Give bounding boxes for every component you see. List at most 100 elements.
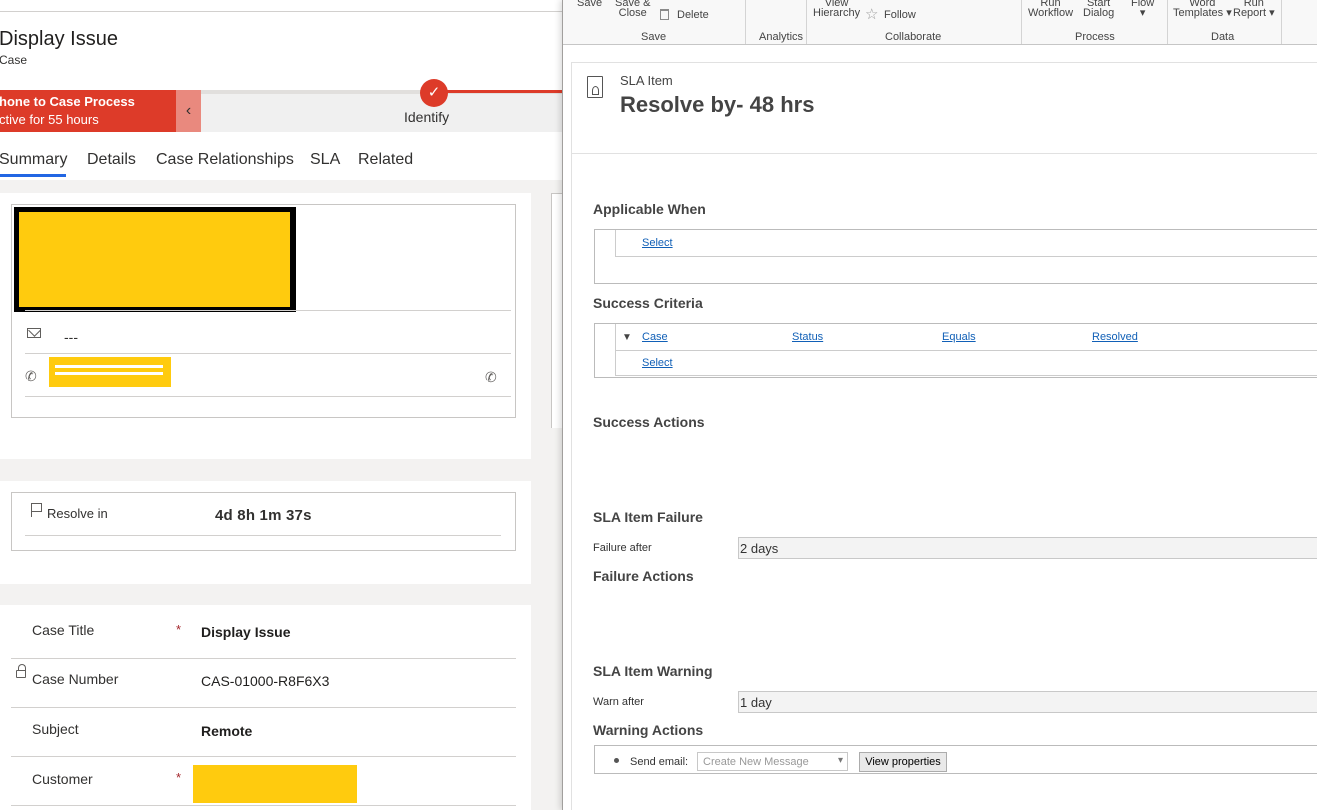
- process-flyout[interactable]: hone to Case Process ctive for 55 hours: [0, 90, 176, 132]
- email-template-select-value: Create New Message: [703, 756, 809, 768]
- run-report-label: Report ▾: [1233, 7, 1275, 19]
- command-bar-edge: [0, 0, 562, 12]
- lock-icon: [16, 664, 26, 678]
- run-workflow-button[interactable]: Run Workflow: [1028, 0, 1074, 19]
- flag-icon: [31, 503, 43, 517]
- condition-operator-link[interactable]: Equals: [942, 331, 976, 343]
- ribbon-divider: [1167, 0, 1168, 44]
- flow-button[interactable]: Flow ▾: [1131, 0, 1154, 19]
- case-title-field[interactable]: Display Issue: [201, 624, 291, 640]
- phone-icon: ✆: [25, 368, 37, 384]
- redacted-customer-image: [14, 207, 296, 312]
- save-close-button[interactable]: Save & Close: [615, 0, 650, 19]
- chevron-down-icon: ▾: [1139, 7, 1146, 19]
- customer-label: Customer: [32, 771, 93, 787]
- success-criteria-select-link[interactable]: Select: [642, 357, 673, 369]
- view-properties-button[interactable]: View properties: [859, 752, 947, 772]
- case-number-label: Case Number: [32, 671, 119, 687]
- redacted-customer-field[interactable]: [193, 765, 357, 803]
- follow-button[interactable]: Follow: [884, 10, 916, 21]
- ribbon-group-process: Process: [1075, 31, 1115, 43]
- call-phone-icon[interactable]: ✆: [485, 369, 497, 386]
- applicable-when-select-link[interactable]: Select: [642, 237, 673, 249]
- sla-item-window: Save Save & Close Delete Save Analytics V…: [562, 0, 1317, 810]
- warn-after-field[interactable]: 1 day: [738, 691, 1317, 713]
- process-duration: ctive for 55 hours: [0, 112, 99, 127]
- ribbon-group-save: Save: [641, 31, 667, 43]
- ribbon: Save Save & Close Delete Save Analytics V…: [563, 0, 1317, 45]
- start-dialog-button[interactable]: Start Dialog: [1083, 0, 1114, 19]
- save-button[interactable]: Save: [577, 0, 602, 9]
- ribbon-divider: [1281, 0, 1282, 44]
- divider: [11, 805, 516, 806]
- run-workflow-label: Workflow: [1028, 7, 1074, 19]
- success-actions-heading: Success Actions: [593, 414, 705, 430]
- divider: [25, 396, 511, 397]
- sla-item-failure-heading: SLA Item Failure: [593, 509, 703, 525]
- sla-item-warning-heading: SLA Item Warning: [593, 663, 713, 679]
- word-templates-label: Templates ▾: [1173, 7, 1232, 19]
- tab-details[interactable]: Details: [87, 151, 136, 169]
- step-bullet-icon: [614, 758, 619, 763]
- record-entity: Case: [0, 53, 28, 67]
- header-divider: [571, 153, 1317, 154]
- case-title-label: Case Title: [32, 622, 95, 638]
- applicable-when-grid: [594, 229, 1317, 284]
- applicable-when-heading: Applicable When: [593, 201, 706, 217]
- process-name: hone to Case Process: [0, 94, 135, 109]
- chevron-down-icon: ▾: [837, 755, 843, 766]
- chevron-left-icon: ‹: [185, 102, 192, 119]
- resolve-in-timer: 4d 8h 1m 37s: [215, 507, 312, 524]
- trash-icon: [660, 9, 669, 20]
- divider: [11, 658, 516, 659]
- timeline-card-edge: [551, 193, 562, 428]
- save-close-label: Close: [618, 7, 647, 19]
- condition-value-link[interactable]: Resolved: [1092, 331, 1138, 343]
- ribbon-divider: [806, 0, 807, 44]
- condition-field-link[interactable]: Status: [792, 331, 823, 343]
- stage-identify-node[interactable]: ✓: [420, 79, 448, 107]
- delete-button[interactable]: Delete: [677, 10, 709, 21]
- record-title: Display Issue: [0, 28, 118, 50]
- failure-after-field[interactable]: 2 days: [738, 537, 1317, 559]
- tab-summary[interactable]: Summary: [0, 151, 67, 169]
- send-email-label: Send email:: [630, 756, 689, 768]
- checkmark-icon: ✓: [427, 84, 441, 101]
- run-report-button[interactable]: Run Report ▾: [1233, 0, 1275, 19]
- sla-item-icon: [587, 76, 603, 98]
- tab-case-relationships[interactable]: Case Relationships: [156, 151, 294, 169]
- condition-entity-link[interactable]: Case: [642, 331, 668, 343]
- required-indicator: *: [176, 622, 182, 637]
- failure-after-label: Failure after: [593, 542, 652, 554]
- divider: [11, 707, 516, 708]
- mail-icon: [27, 328, 41, 338]
- active-tab-indicator: [0, 174, 66, 177]
- view-hierarchy-label: Hierarchy: [813, 7, 861, 19]
- subject-label: Subject: [32, 721, 79, 737]
- ribbon-divider: [1021, 0, 1022, 44]
- subject-field[interactable]: Remote: [201, 723, 252, 739]
- case-number-field: CAS-01000-R8F6X3: [201, 673, 330, 689]
- stage-identify-label[interactable]: Identify: [404, 109, 449, 125]
- word-templates-button[interactable]: Word Templates ▾: [1173, 0, 1232, 19]
- ribbon-group-collaborate: Collaborate: [885, 31, 942, 43]
- ribbon-group-data: Data: [1211, 31, 1235, 43]
- warn-after-label: Warn after: [593, 696, 644, 708]
- divider: [25, 535, 501, 536]
- ribbon-group-analytics: Analytics: [759, 31, 804, 43]
- tab-related[interactable]: Related: [358, 151, 413, 169]
- tab-sla[interactable]: SLA: [310, 151, 340, 169]
- collapse-process-button[interactable]: ‹: [176, 90, 201, 132]
- entity-name: SLA Item: [620, 73, 673, 88]
- email-template-select[interactable]: Create New Message ▾: [697, 752, 848, 771]
- process-track-active: [446, 90, 562, 93]
- star-icon: ☆: [865, 6, 879, 23]
- case-form: Display Issue Case hone to Case Process …: [0, 0, 562, 810]
- required-indicator: *: [176, 770, 182, 785]
- failure-actions-heading: Failure Actions: [593, 568, 694, 584]
- email-value: ---: [64, 329, 78, 345]
- chevron-down-icon[interactable]: ▼: [622, 332, 632, 343]
- ribbon-divider: [745, 0, 746, 44]
- view-hierarchy-button[interactable]: View Hierarchy: [813, 0, 861, 19]
- sla-item-title: Resolve by- 48 hrs: [620, 92, 815, 117]
